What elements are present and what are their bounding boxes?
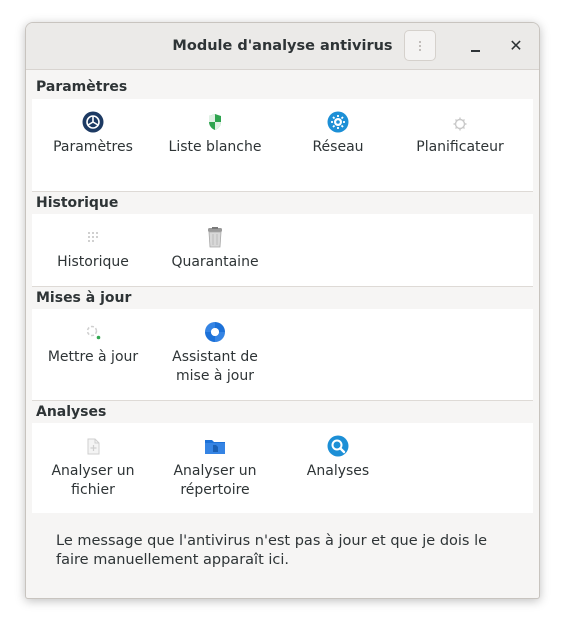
section-updates-label: Mises à jour: [36, 290, 132, 306]
scan-file-button[interactable]: Analyser un fichier: [33, 435, 153, 500]
more-options-icon: [419, 40, 421, 51]
section-history-label: Historique: [36, 195, 119, 211]
scan-file-label: Analyser un fichier: [33, 462, 153, 500]
settings-icon: [82, 111, 104, 133]
scan-file-label-line1: Analyser un: [51, 463, 135, 479]
scans-label: Analyses: [306, 463, 370, 479]
settings-panel: Paramètres Liste blanche Réseau Planific…: [32, 99, 533, 192]
section-scans-label: Analyses: [36, 404, 107, 420]
update-icon: [86, 325, 101, 340]
scan-file-label-line2: fichier: [71, 482, 115, 498]
update-label: Mettre à jour: [47, 349, 139, 365]
folder-icon: [205, 440, 225, 454]
settings-label: Paramètres: [53, 139, 133, 155]
update-assistant-label-line1: Assistant de: [172, 349, 258, 365]
section-settings-label: Paramètres: [36, 79, 128, 95]
trash-icon: [208, 227, 222, 248]
scan-folder-label-line2: répertoire: [180, 482, 250, 498]
update-assistant-label-line2: mise à jour: [176, 368, 254, 384]
updates-panel: Mettre à jour Assistant de mise à jour: [32, 309, 533, 401]
quarantine-label: Quarantaine: [171, 254, 259, 270]
close-icon: ✕: [509, 36, 523, 55]
update-assistant-label: Assistant de mise à jour: [155, 348, 275, 386]
minimize-icon: [471, 50, 480, 52]
scan-folder-button[interactable]: Analyser un répertoire: [155, 435, 275, 500]
scheduler-icon: [453, 117, 467, 131]
history-button[interactable]: Historique: [33, 226, 153, 272]
shield-icon: [209, 114, 221, 130]
update-assistant-button[interactable]: Assistant de mise à jour: [155, 321, 275, 386]
network-label: Réseau: [312, 139, 364, 155]
whitelist-label: Liste blanche: [168, 139, 262, 155]
status-message: Le message que l'antivirus n'est pas à j…: [56, 533, 488, 568]
network-icon: [327, 111, 349, 133]
update-button[interactable]: Mettre à jour: [33, 321, 153, 367]
main-window: Module d'analyse antivirus ✕ Paramètres …: [25, 22, 540, 599]
history-icon: [88, 232, 98, 242]
help-lifebuoy-icon: [205, 322, 225, 342]
settings-button[interactable]: Paramètres: [33, 111, 153, 157]
scheduler-label: Planificateur: [416, 139, 504, 155]
file-icon: [87, 438, 100, 455]
network-button[interactable]: Réseau: [278, 111, 398, 157]
title-bar: Module d'analyse antivirus ✕: [26, 23, 539, 70]
scans-button[interactable]: Analyses: [278, 435, 398, 481]
history-label: Historique: [57, 254, 129, 270]
scheduler-button[interactable]: Planificateur: [400, 111, 520, 157]
minimize-button[interactable]: [465, 35, 487, 57]
scan-folder-label-line1: Analyser un: [173, 463, 257, 479]
history-panel: Historique Quarantaine: [32, 214, 533, 287]
close-button[interactable]: ✕: [505, 35, 527, 57]
whitelist-button[interactable]: Liste blanche: [155, 111, 275, 157]
search-icon: [327, 435, 349, 457]
scans-panel: Analyser un fichier Analyser un répertoire…: [32, 423, 533, 513]
quarantine-button[interactable]: Quarantaine: [155, 226, 275, 272]
window-title: Module d'analyse antivirus: [172, 38, 393, 54]
menu-button[interactable]: [404, 30, 436, 61]
scan-folder-label: Analyser un répertoire: [155, 462, 275, 500]
